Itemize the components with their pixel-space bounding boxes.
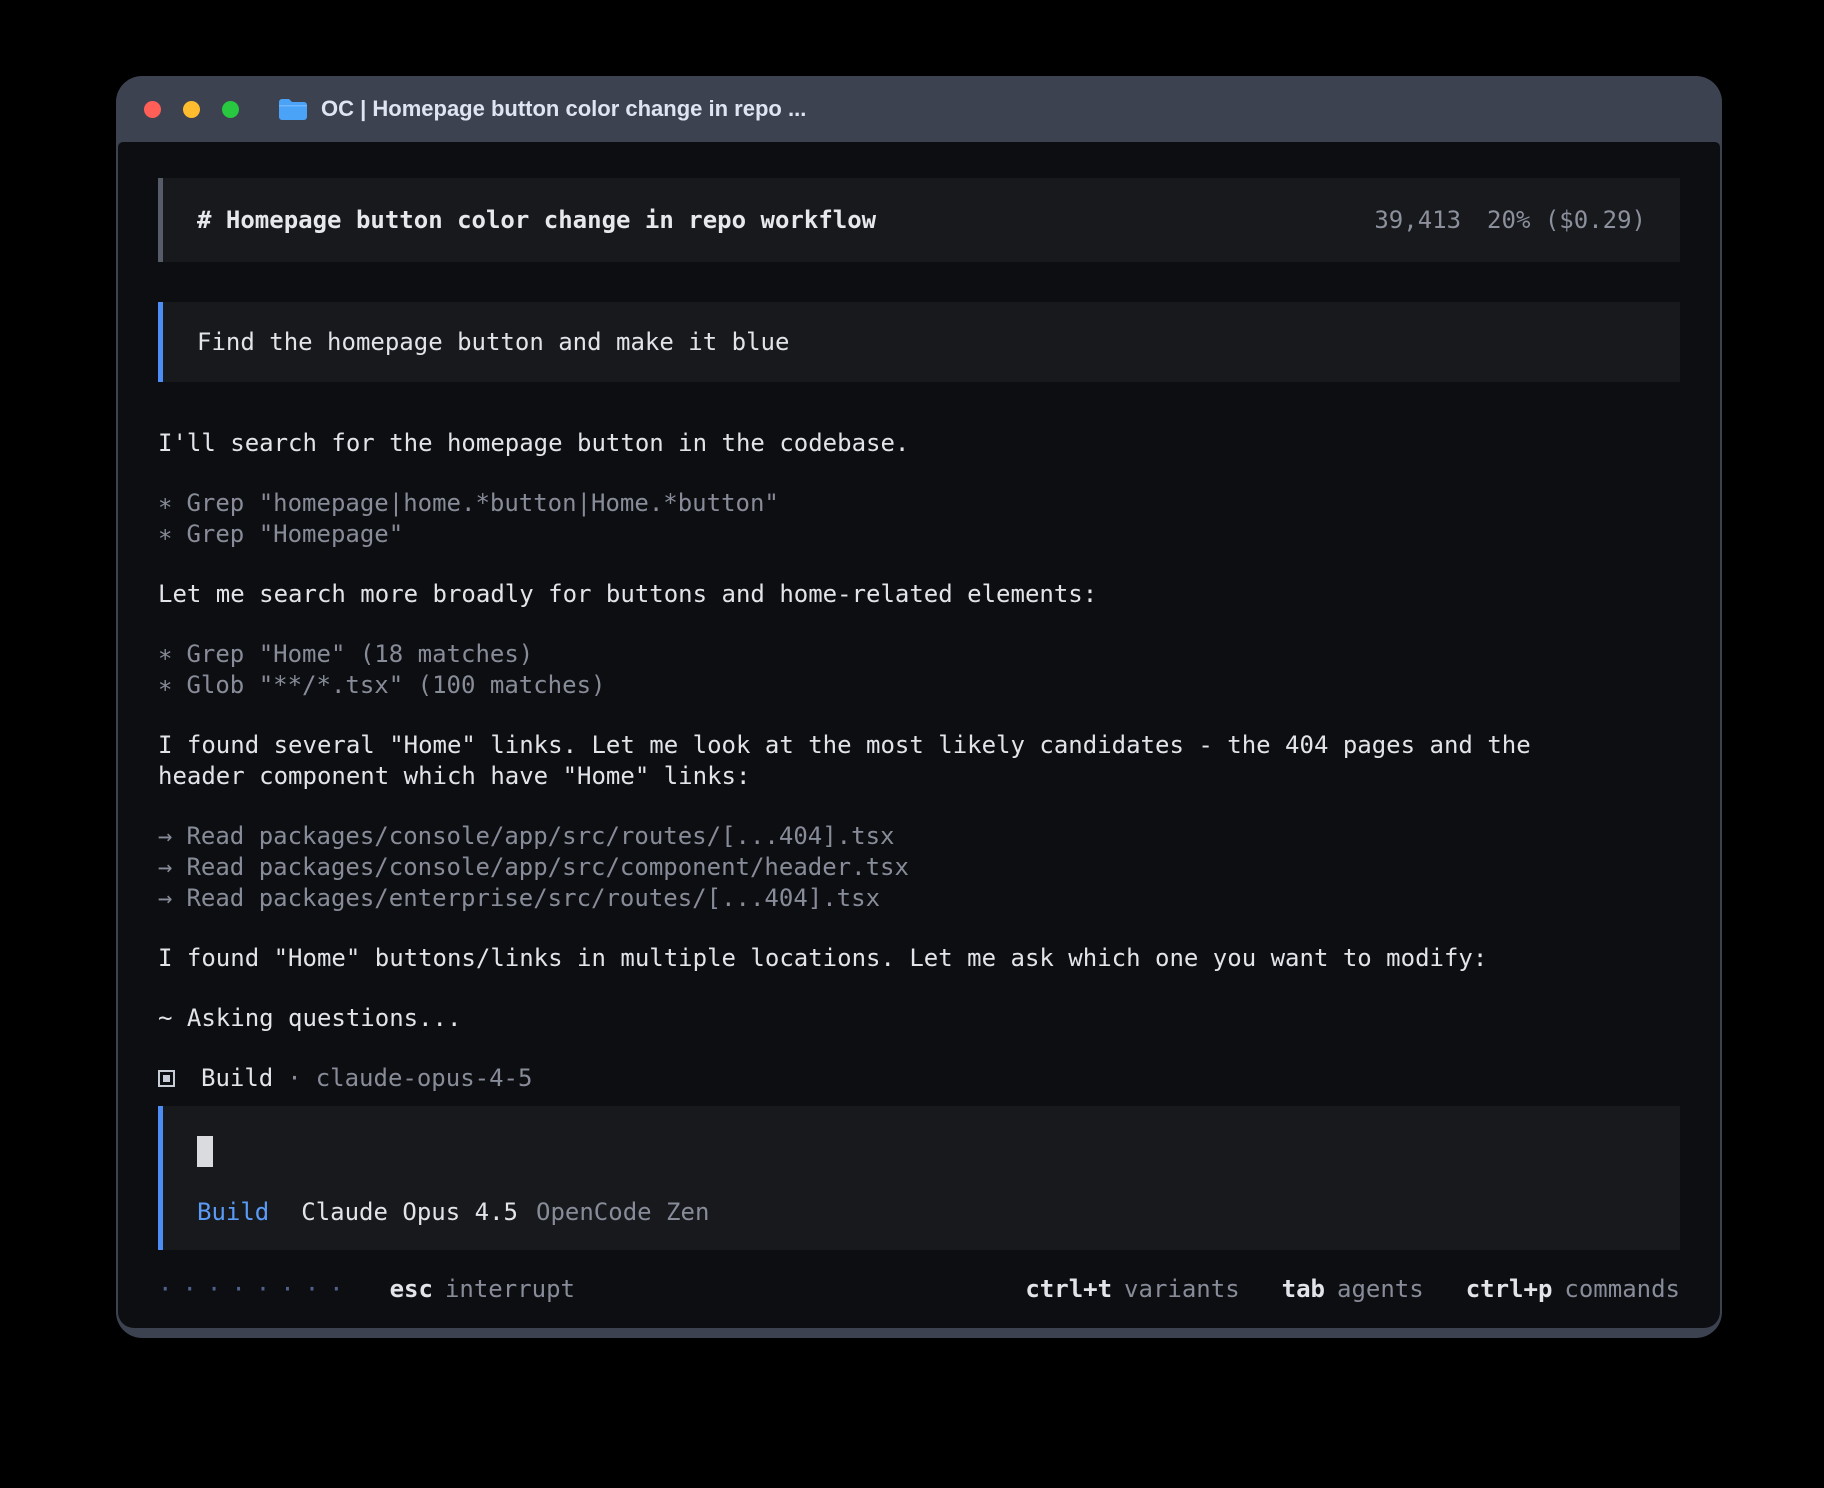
asterisk-icon: ∗: [158, 489, 172, 517]
read-call-text: Read packages/console/app/src/routes/[..…: [186, 822, 894, 850]
esc-label: interrupt: [445, 1275, 575, 1303]
status-bar-right: ctrl+t variants tab agents ctrl+p comman…: [1025, 1275, 1680, 1303]
text-cursor: [197, 1136, 213, 1167]
tool-call-text: Grep "homepage|home.*button|Home.*button…: [186, 489, 778, 517]
agent-model: claude-opus-4-5: [316, 1063, 533, 1094]
user-message: Find the homepage button and make it blu…: [158, 302, 1680, 382]
variants-label: variants: [1124, 1275, 1240, 1303]
read-call-text: Read packages/enterprise/src/routes/[...…: [186, 884, 880, 912]
tool-call-line: ∗ Grep "Homepage": [158, 519, 1680, 550]
window-title: OC | Homepage button color change in rep…: [321, 96, 806, 122]
agents-label: agents: [1337, 1275, 1424, 1303]
asterisk-icon: ∗: [158, 520, 172, 548]
user-message-text: Find the homepage button and make it blu…: [197, 328, 789, 356]
assistant-text: Let me search more broadly for buttons a…: [158, 579, 1628, 610]
assistant-text: I found "Home" buttons/links in multiple…: [158, 943, 1628, 974]
agent-name: Build: [201, 1063, 273, 1094]
assistant-text: I found several "Home" links. Let me loo…: [158, 730, 1628, 792]
context-usage: 20% ($0.29): [1487, 206, 1646, 234]
shortcut-commands: ctrl+p commands: [1466, 1275, 1680, 1303]
titlebar: OC | Homepage button color change in rep…: [118, 76, 1720, 142]
read-call-line: → Read packages/console/app/src/routes/[.…: [158, 821, 1680, 852]
prompt-input[interactable]: Build Claude Opus 4.5 OpenCode Zen: [158, 1106, 1680, 1250]
provider-name: OpenCode Zen: [536, 1198, 709, 1226]
model-row: Build Claude Opus 4.5 OpenCode Zen: [197, 1198, 1646, 1226]
token-count: 39,413: [1374, 206, 1461, 234]
shortcut-interrupt: esc interrupt: [390, 1275, 575, 1303]
tool-call-line: ∗ Grep "homepage|home.*button|Home.*butto…: [158, 488, 1680, 519]
mode-badge[interactable]: Build: [197, 1198, 269, 1226]
shortcut-variants: ctrl+t variants: [1025, 1275, 1239, 1303]
minimize-button[interactable]: [183, 101, 200, 118]
agent-square-icon: [158, 1070, 175, 1087]
zoom-button[interactable]: [222, 101, 239, 118]
tool-call-text: Grep "Home" (18 matches): [186, 640, 533, 668]
read-call-line: → Read packages/console/app/src/component…: [158, 852, 1680, 883]
asterisk-icon: ∗: [158, 671, 172, 699]
agent-status-line: Build · claude-opus-4-5: [158, 1063, 1680, 1094]
commands-label: commands: [1564, 1275, 1680, 1303]
asterisk-icon: ∗: [158, 640, 172, 668]
tool-call-text: Grep "Homepage": [186, 520, 403, 548]
assistant-text: I'll search for the homepage button in t…: [158, 428, 1628, 459]
tab-key: tab: [1282, 1275, 1325, 1303]
status-bar: ········ esc interrupt ctrl+t variants t…: [158, 1275, 1680, 1303]
transcript: I'll search for the homepage button in t…: [158, 428, 1680, 1094]
read-call-group: → Read packages/console/app/src/routes/[.…: [158, 821, 1680, 914]
session-stats: 39,413 20% ($0.29): [1374, 206, 1646, 234]
tool-call-text: Glob "**/*.tsx" (100 matches): [186, 671, 605, 699]
esc-key: esc: [390, 1275, 433, 1303]
terminal-window: OC | Homepage button color change in rep…: [116, 76, 1722, 1338]
arrow-right-icon: →: [158, 884, 172, 912]
tool-call-group: ∗ Grep "Home" (18 matches) ∗ Glob "**/*.ts…: [158, 639, 1680, 701]
tool-call-group: ∗ Grep "homepage|home.*button|Home.*butto…: [158, 488, 1680, 550]
read-call-line: → Read packages/enterprise/src/routes/[..…: [158, 883, 1680, 914]
shortcut-agents: tab agents: [1282, 1275, 1424, 1303]
folder-icon: [277, 97, 307, 121]
ctrl-t-key: ctrl+t: [1025, 1275, 1112, 1303]
session-header: # Homepage button color change in repo w…: [158, 178, 1680, 262]
close-button[interactable]: [144, 101, 161, 118]
traffic-lights: [144, 101, 239, 118]
tool-call-line: ∗ Glob "**/*.tsx" (100 matches): [158, 670, 1680, 701]
window-title-group: OC | Homepage button color change in rep…: [277, 96, 806, 122]
status-line: ~ Asking questions...: [158, 1003, 1680, 1034]
progress-dots: ········: [158, 1275, 354, 1303]
status-bar-left: ········ esc interrupt: [158, 1275, 575, 1303]
read-call-text: Read packages/console/app/src/component/…: [186, 853, 908, 881]
ctrl-p-key: ctrl+p: [1466, 1275, 1553, 1303]
session-title: # Homepage button color change in repo w…: [197, 206, 876, 234]
arrow-right-icon: →: [158, 822, 172, 850]
terminal-content: # Homepage button color change in repo w…: [118, 142, 1720, 1328]
tool-call-line: ∗ Grep "Home" (18 matches): [158, 639, 1680, 670]
dot-separator: ·: [287, 1063, 301, 1094]
model-name: Claude Opus 4.5: [301, 1198, 518, 1226]
arrow-right-icon: →: [158, 853, 172, 881]
